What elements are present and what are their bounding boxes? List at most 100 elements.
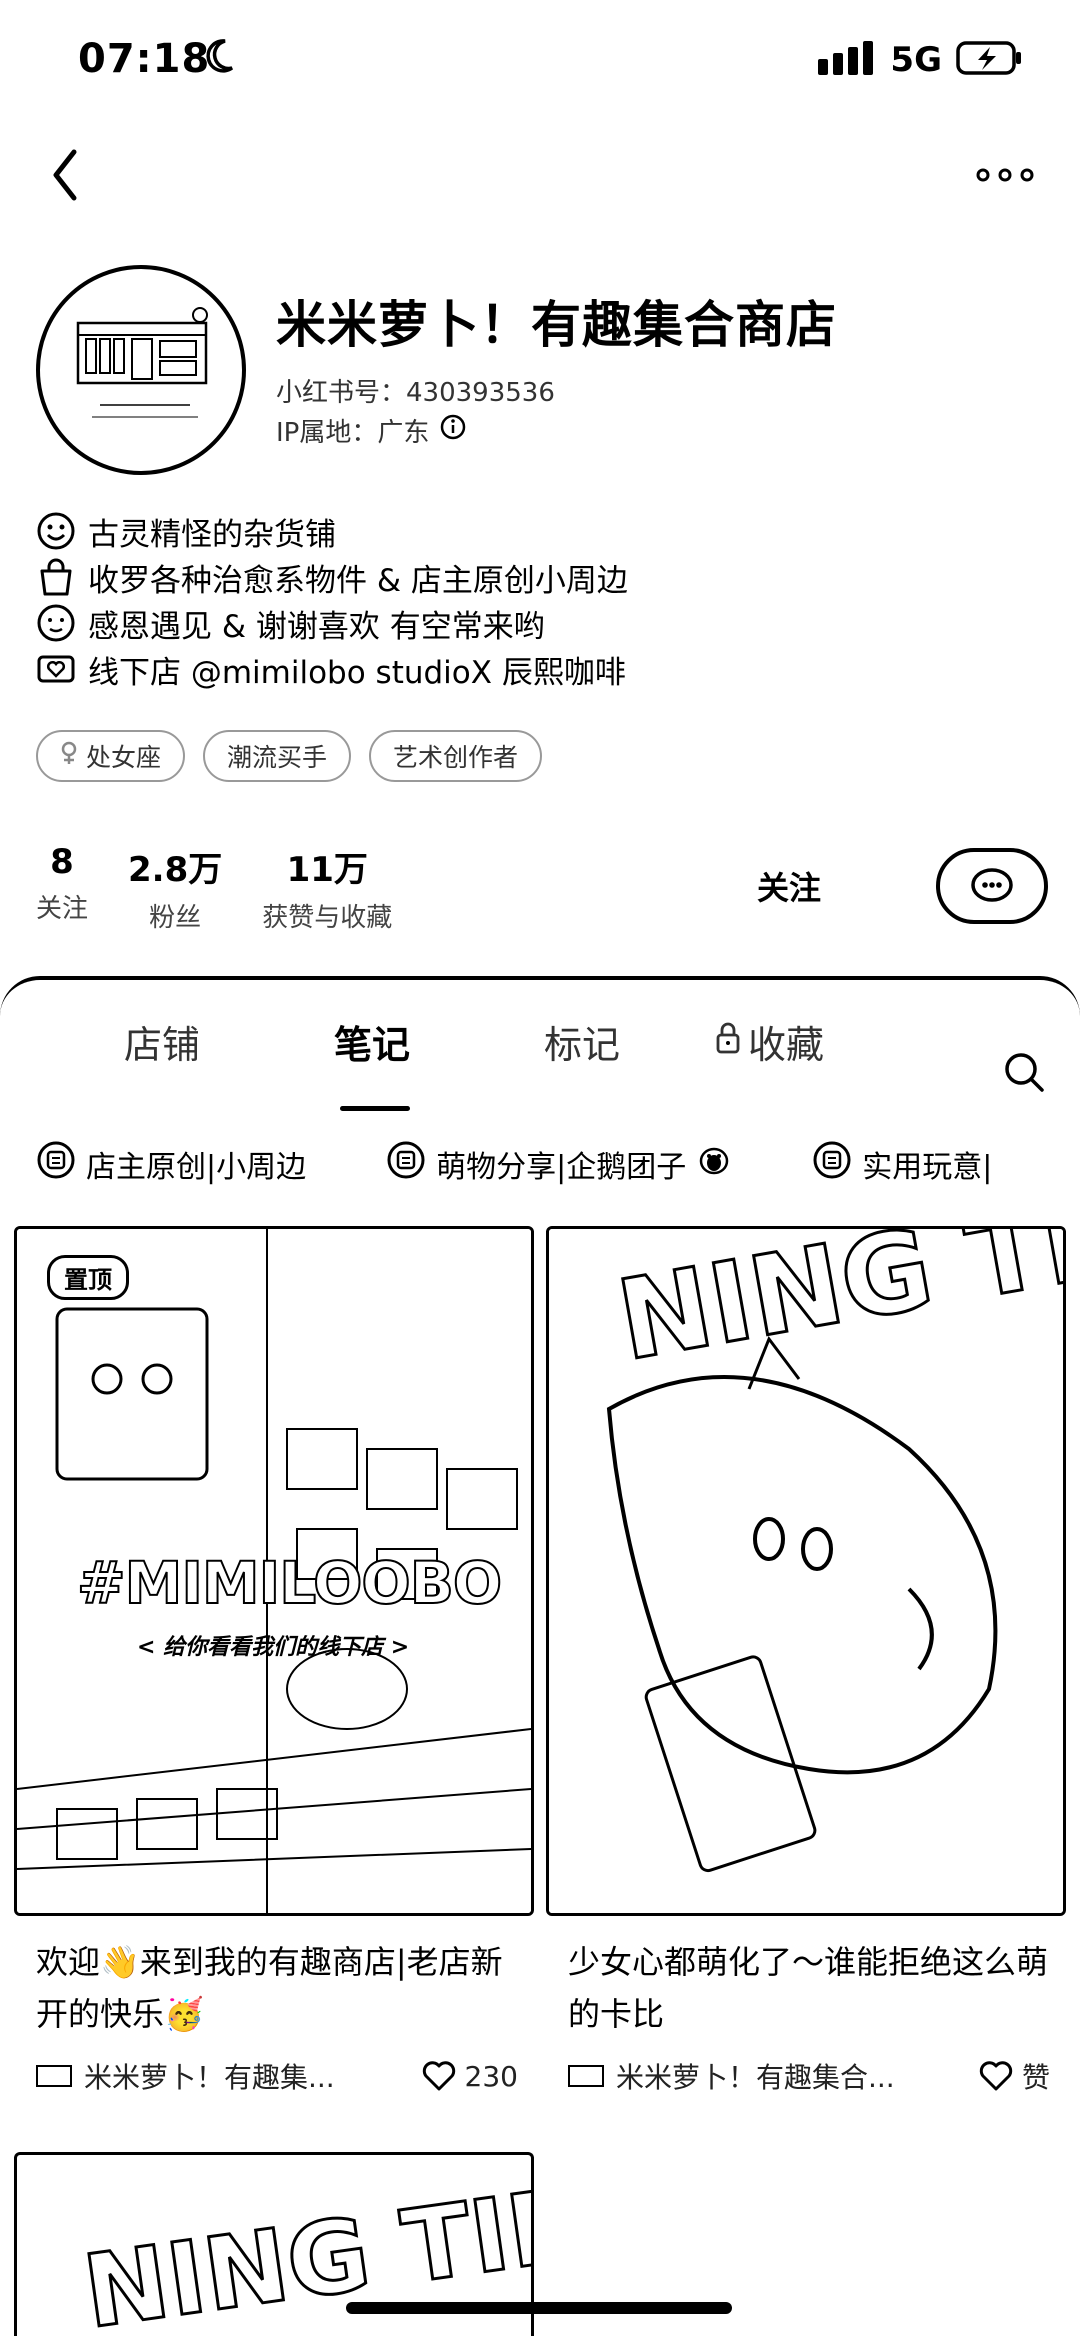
signal-icon (818, 41, 876, 79)
smiley-face-icon (36, 511, 76, 551)
author-avatar (36, 2065, 72, 2087)
like-count: 赞 (1021, 2061, 1050, 2094)
stat-label: 粉丝 (149, 903, 202, 933)
profile-name: 米米萝卜！有趣集合商店 (276, 296, 837, 354)
tab-notes[interactable]: 笔记 (334, 1014, 410, 1069)
bio-line: 感恩遇见 & 谢谢喜欢 有空常来哟 (36, 600, 1036, 646)
stat-value: 11万 (286, 850, 368, 890)
bio-text: 收罗各种治愈系物件 & 店主原创小周边 (88, 562, 628, 599)
tab-marks[interactable]: 标记 (544, 1014, 620, 1069)
info-icon[interactable] (439, 413, 467, 448)
collection-icon (36, 1140, 76, 1188)
note-title[interactable]: 欢迎👋来到我的有趣商店|老店新开的快乐🥳 (14, 1936, 534, 2040)
status-time: 07:18 (78, 36, 211, 82)
tag-label: 潮流买手 (227, 743, 328, 772)
note-card[interactable]: 置顶 #MIMILOOBO < 给你看看我们的线下店 > 欢迎👋来到我的有趣商店… (14, 1226, 534, 2096)
bio-line: 收罗各种治愈系物件 & 店主原创小周边 (36, 554, 1036, 600)
chip-collection[interactable]: 实用玩意| (812, 1140, 992, 1188)
search-button[interactable] (1002, 1050, 1046, 1098)
collection-chips: 店主原创|小周边 萌物分享|企鹅团子 实用玩意| (36, 1140, 992, 1188)
search-icon (1005, 1053, 1044, 1092)
chip-label: 店主原创|小周边 (86, 1150, 307, 1185)
author-avatar (568, 2065, 604, 2087)
note-author[interactable]: 米米萝卜！有趣集... (36, 2056, 335, 2096)
like-button[interactable]: 230 (421, 2060, 518, 2093)
tab-label: 店铺 (124, 1023, 201, 1067)
bio-text: 线下店 @mimilobo studioX 辰熙咖啡 (88, 654, 626, 691)
content-tabs: 店铺 笔记 标记 收藏 (0, 1014, 1080, 1111)
bio-text: 感恩遇见 & 谢谢喜欢 有空常来哟 (88, 608, 545, 645)
moon-icon (205, 38, 235, 78)
follow-button[interactable]: 关注 (724, 860, 854, 912)
lock-icon (714, 1020, 742, 1064)
note-meta: 米米萝卜！有趣集... 230 (14, 2056, 534, 2096)
note-cover[interactable]: 置顶 #MIMILOOBO < 给你看看我们的线下店 > (14, 1226, 534, 1916)
back-button[interactable] (40, 140, 96, 210)
note-cover[interactable]: NING TI (546, 1226, 1066, 1916)
stat-label: 获赞与收藏 (262, 903, 393, 933)
battery-icon (956, 41, 1022, 79)
heart-letter-icon (36, 649, 76, 689)
chevron-left-icon (53, 149, 77, 201)
bio-text: 古灵精怪的杂货铺 (88, 516, 336, 553)
chat-bubble-icon (971, 868, 1013, 902)
message-button[interactable] (936, 848, 1048, 924)
note-title[interactable]: 少女心都萌化了～谁能拒绝这么萌的卡比 (546, 1936, 1066, 2040)
tab-label: 笔记 (334, 1023, 411, 1067)
happy-face-icon (36, 603, 76, 643)
heart-icon (979, 2061, 1013, 2091)
collection-icon (812, 1140, 852, 1188)
tab-collections[interactable]: 收藏 (714, 1014, 824, 1069)
stat-value: 2.8万 (128, 850, 223, 890)
chip-collection[interactable]: 萌物分享|企鹅团子 (386, 1140, 732, 1188)
note-card[interactable]: NING TI 少女心都萌化了～谁能拒绝这么萌的卡比 米米萝卜！有趣集合... … (546, 1226, 1066, 2096)
tag-zodiac[interactable]: 处女座 (36, 730, 186, 782)
ip-location-text: IP属地：广东 (276, 418, 430, 448)
active-tab-indicator (340, 1106, 410, 1111)
avatar[interactable] (36, 265, 246, 475)
note-author[interactable]: 米米萝卜！有趣集合... (568, 2056, 895, 2096)
stat-value: 8 (50, 842, 74, 882)
shopping-bag-icon (36, 557, 76, 597)
penguin-emoji-icon (696, 1145, 732, 1183)
tag-artist[interactable]: 艺术创作者 (369, 730, 543, 782)
tag-label: 处女座 (86, 743, 162, 772)
like-button[interactable]: 赞 (978, 2056, 1050, 2096)
profile-bio: 古灵精怪的杂货铺 收罗各种治愈系物件 & 店主原创小周边 感恩遇见 & 谢谢喜欢… (36, 508, 1036, 692)
cover-subtext: < 给你看看我们的线下店 > (137, 1635, 410, 1660)
chip-label: 实用玩意| (862, 1150, 993, 1185)
tab-label: 收藏 (748, 1023, 825, 1067)
network-type: 5G (890, 40, 942, 80)
tab-shop[interactable]: 店铺 (124, 1014, 200, 1069)
stat-label: 关注 (36, 894, 89, 924)
tag-trend-buyer[interactable]: 潮流买手 (203, 730, 352, 782)
female-icon (60, 741, 78, 771)
chip-collection[interactable]: 店主原创|小周边 (36, 1140, 306, 1188)
collection-icon (386, 1140, 426, 1188)
bio-line: 古灵精怪的杂货铺 (36, 508, 1036, 554)
ip-location: IP属地：广东 (276, 412, 467, 449)
stat-following[interactable]: 8 关注 (36, 842, 88, 934)
tab-label: 标记 (544, 1023, 621, 1067)
more-options-button[interactable] (970, 150, 1040, 200)
profile-stats: 8 关注 2.8万 粉丝 11万 获赞与收藏 (36, 842, 392, 934)
cover-headline: #MIMILOOBO (76, 1548, 503, 1618)
red-id[interactable]: 小红书号：430393536 (276, 372, 555, 409)
pinned-badge: 置顶 (47, 1255, 129, 1300)
bio-line: 线下店 @mimilobo studioX 辰熙咖啡 (36, 646, 1036, 692)
shop-logo-icon (76, 307, 208, 418)
content-sheet: 店铺 笔记 标记 收藏 店主原创|小周边 萌物分享|企鹅团子 实用玩意| 置顶 … (0, 976, 1080, 2336)
author-name: 米米萝卜！有趣集合... (616, 2061, 895, 2094)
author-name: 米米萝卜！有趣集... (84, 2061, 335, 2094)
chip-label: 萌物分享|企鹅团子 (436, 1150, 687, 1185)
ellipsis-icon (976, 168, 1034, 182)
profile-tags: 处女座 潮流买手 艺术创作者 (36, 730, 543, 782)
stat-likes-collects[interactable]: 11万 获赞与收藏 (262, 842, 392, 934)
stat-followers[interactable]: 2.8万 粉丝 (128, 842, 222, 934)
home-indicator[interactable] (346, 2302, 732, 2314)
like-count: 230 (464, 2059, 518, 2093)
status-bar: 07:18 5G (0, 0, 1080, 130)
tag-label: 艺术创作者 (393, 743, 519, 772)
note-meta: 米米萝卜！有趣集合... 赞 (546, 2056, 1066, 2096)
heart-icon (422, 2061, 455, 2091)
